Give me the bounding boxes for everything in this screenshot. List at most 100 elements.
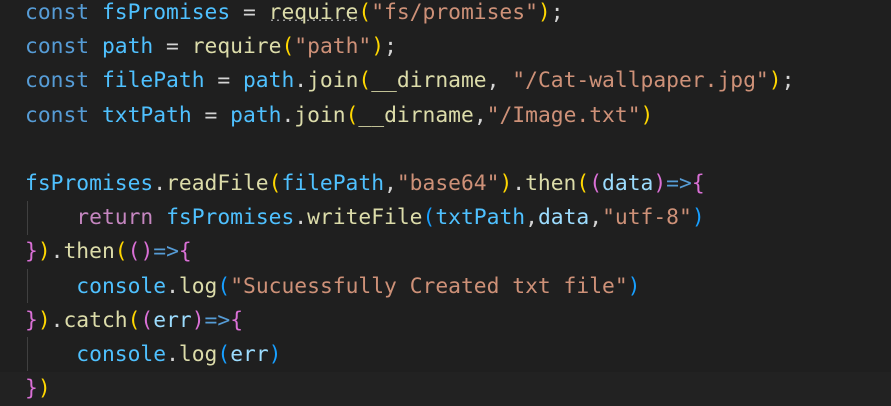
code-line-1[interactable]: const fsPromises = require("fs/promises"…: [0, 0, 891, 30]
variable-fsPromises: fsPromises: [101, 0, 231, 25]
param-err: err: [230, 341, 269, 367]
code-line-12[interactable]: }): [0, 372, 891, 406]
bracket-close: ): [37, 239, 51, 265]
keyword-const: const: [25, 68, 90, 94]
bracket-open: (: [114, 239, 128, 265]
bracket-open: (: [358, 0, 372, 25]
dot: .: [281, 102, 295, 128]
param-err: err: [153, 307, 192, 333]
keyword-const: const: [25, 34, 90, 60]
operator-assign: =: [153, 34, 192, 60]
code-line-3[interactable]: const filePath = path.join(__dirname, "/…: [0, 64, 891, 98]
function-catch: catch: [63, 307, 128, 333]
function-join: join: [307, 68, 359, 94]
variable-path: path: [242, 68, 295, 94]
string-literal: "path": [294, 34, 372, 60]
bracket-open: (: [576, 170, 590, 196]
string-literal: "utf-8": [602, 205, 692, 231]
bracket-close: ): [653, 170, 667, 196]
keyword-const: const: [25, 0, 90, 25]
function-writeFile: writeFile: [307, 205, 423, 231]
bracket-open: (: [358, 68, 372, 94]
bracket-open: (: [140, 307, 154, 333]
code-line-5[interactable]: [0, 133, 891, 167]
bracket-open: (: [268, 170, 282, 196]
function-then: then: [63, 239, 115, 265]
variable-filePath: filePath: [101, 68, 205, 94]
variable-txtPath: txtPath: [435, 205, 526, 231]
bracket-open: (: [345, 102, 359, 128]
string-literal: "fs/promises": [371, 0, 538, 25]
bracket-close: ): [691, 205, 705, 231]
code-line-11[interactable]: console.log(err): [0, 338, 891, 372]
bracket-close: ): [268, 341, 282, 367]
function-then: then: [525, 170, 577, 196]
comma: ,: [473, 102, 487, 128]
code-editor[interactable]: const fsPromises = require("fs/promises"…: [0, 0, 891, 406]
brace-close: }: [25, 307, 38, 333]
variable-console: console: [76, 273, 167, 299]
variable-fsPromises: fsPromises: [166, 205, 295, 231]
bracket-open: (: [281, 34, 295, 60]
bracket-close: ): [140, 239, 154, 265]
variable-path: path: [230, 102, 282, 128]
code-line-7[interactable]: return fsPromises.writeFile(txtPath,data…: [0, 201, 891, 235]
bracket-open: (: [217, 273, 231, 299]
bracket-close: ): [627, 273, 641, 299]
bracket-close: ): [499, 170, 513, 196]
code-line-6[interactable]: fsPromises.readFile(filePath,"base64").t…: [0, 167, 891, 201]
comma: ,: [525, 205, 538, 231]
brace-close: }: [25, 376, 38, 402]
semicolon: ;: [781, 68, 795, 94]
dot: .: [50, 307, 64, 333]
dot: .: [50, 239, 64, 265]
code-line-2[interactable]: const path = require("path");: [0, 30, 891, 64]
comma: ,: [384, 170, 397, 196]
variable-dirname: __dirname: [371, 68, 487, 94]
variable-txtPath: txtPath: [101, 102, 192, 128]
arrow-operator: =>: [153, 239, 179, 265]
brace-open: {: [230, 307, 244, 333]
keyword-const: const: [25, 102, 90, 128]
operator-assign: =: [204, 68, 243, 94]
bracket-close: ): [537, 0, 551, 25]
string-literal: "/Cat-wallpaper.jpg": [512, 68, 769, 94]
brace-open: {: [178, 239, 192, 265]
variable-console: console: [76, 341, 167, 367]
string-literal: "/Image.txt": [486, 102, 641, 128]
brace-open: {: [691, 170, 705, 196]
code-line-4[interactable]: const txtPath = path.join(__dirname,"/Im…: [0, 99, 891, 133]
dot: .: [294, 68, 308, 94]
variable-filePath: filePath: [281, 170, 385, 196]
variable-fsPromises: fsPromises: [25, 170, 154, 196]
bracket-open: (: [589, 170, 603, 196]
bracket-close: ): [37, 307, 51, 333]
comma: ,: [486, 68, 513, 94]
string-literal: "base64": [396, 170, 500, 196]
arrow-operator: =>: [204, 307, 231, 333]
string-literal: "Sucuessfully Created txt file": [230, 273, 628, 299]
dot: .: [153, 170, 167, 196]
code-line-8[interactable]: }).then(()=>{: [0, 235, 891, 269]
param-data: data: [537, 205, 590, 231]
bracket-open: (: [127, 307, 141, 333]
keyword-return: return: [76, 205, 154, 231]
function-require: require: [191, 34, 282, 60]
semicolon: ;: [384, 34, 397, 60]
code-line-10[interactable]: }).catch((err)=>{: [0, 304, 891, 338]
semicolon: ;: [550, 0, 564, 25]
variable-dirname: __dirname: [358, 102, 474, 128]
operator-assign: =: [191, 102, 231, 128]
dot: .: [294, 205, 308, 231]
code-line-9[interactable]: console.log("Sucuessfully Created txt fi…: [0, 270, 891, 304]
dot: .: [166, 273, 179, 299]
comma: ,: [589, 205, 603, 231]
function-readFile: readFile: [166, 170, 269, 196]
bracket-close: ): [640, 102, 654, 128]
variable-path: path: [101, 34, 154, 60]
bracket-open: (: [217, 341, 231, 367]
